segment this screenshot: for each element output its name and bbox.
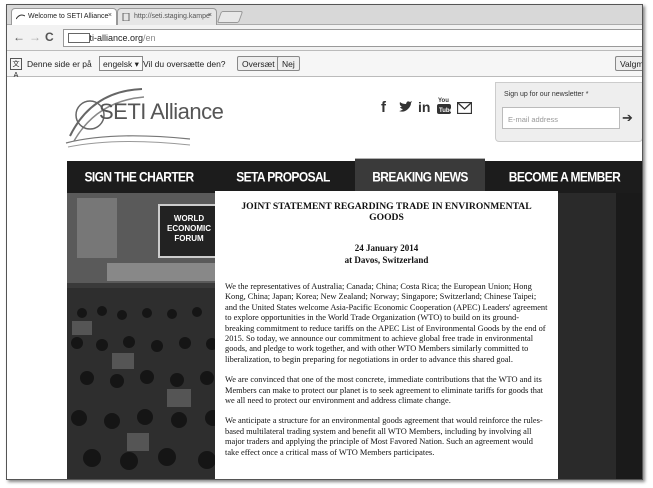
url-field[interactable]: seti-alliance.org/en [63, 29, 642, 47]
twitter-icon[interactable] [398, 101, 413, 114]
tab-staging[interactable]: http://seti.staging.kampe × [117, 8, 217, 25]
mail-icon[interactable] [457, 102, 472, 114]
sign-line: WORLD [174, 214, 204, 223]
web-page: SETI Alliance f in You Tube Sign up for o… [7, 77, 642, 479]
article-paragraph: We the representatives of Australia; Can… [225, 282, 548, 364]
newsletter-label: Sign up for our newsletter * [504, 91, 589, 98]
article-title: JOINT STATEMENT REGARDING TRADE IN ENVIR… [241, 201, 532, 223]
linkedin-icon[interactable]: in [418, 99, 430, 115]
article-paragraph: We anticipate a structure for an environ… [225, 416, 543, 457]
nav-breaking-news[interactable]: BREAKING NEWS [355, 158, 485, 196]
email-field[interactable]: E-mail address [502, 107, 620, 129]
new-tab-button[interactable] [216, 11, 244, 23]
main-nav: SIGN THE CHARTER SETA PROPOSAL BREAKING … [67, 158, 642, 196]
article-paragraph: We are convinced that one of the most co… [225, 375, 543, 406]
article-panel: JOINT STATEMENT REGARDING TRADE IN ENVIR… [215, 191, 558, 479]
options-button[interactable]: Valgmu [615, 56, 642, 71]
close-tab-icon[interactable]: × [208, 12, 212, 19]
translate-bar: 文A Denne side er på engelsk ▾ Vil du ove… [7, 51, 642, 79]
tab-title: Welcome to SETI Alliance [28, 13, 109, 20]
article-place: at Davos, Switzerland [344, 255, 429, 265]
back-icon[interactable]: ← [13, 30, 25, 44]
facebook-icon[interactable]: f [381, 99, 386, 116]
svg-text:Tube: Tube [439, 108, 451, 114]
translate-icon: 文A [10, 58, 22, 79]
page-icon [68, 33, 90, 43]
sign-line: FORUM [174, 234, 204, 243]
language-value: engelsk [103, 59, 133, 69]
reload-icon[interactable]: C [45, 30, 54, 44]
tab-title: http://seti.staging.kampe [134, 13, 210, 20]
tab-seti-alliance[interactable]: Welcome to SETI Alliance × [11, 8, 117, 25]
nav-sign-the-charter[interactable]: SIGN THE CHARTER [67, 159, 211, 196]
translate-button[interactable]: Oversæt [237, 56, 280, 71]
sign-line: ECONOMIC [167, 224, 211, 233]
translate-question: Vil du oversætte den? [143, 59, 226, 69]
seti-favicon-icon [16, 14, 25, 20]
no-button[interactable]: Nej [277, 56, 300, 71]
article-dateline: 24 January 2014 at Davos, Switzerland [225, 242, 548, 266]
youtube-icon[interactable]: You Tube [437, 95, 451, 115]
hero-right-strip [616, 193, 642, 479]
language-select[interactable]: engelsk ▾ [99, 56, 143, 71]
close-tab-icon[interactable]: × [108, 12, 112, 19]
newsletter-box: Sign up for our newsletter * E-mail addr… [495, 82, 642, 142]
translate-prefix: Denne side er på [27, 59, 92, 69]
forward-icon[interactable]: → [29, 30, 41, 44]
nav-seta-proposal[interactable]: SETA PROPOSAL [211, 159, 355, 196]
site-logo-text[interactable]: SETI Alliance [99, 99, 224, 125]
svg-text:You: You [438, 98, 449, 104]
browser-window: Welcome to SETI Alliance × http://seti.s… [6, 4, 643, 480]
url-path: /en [143, 33, 156, 43]
page-icon [122, 13, 130, 21]
address-bar: ← → C seti-alliance.org/en [7, 25, 642, 51]
arrow-right-icon[interactable]: ➔ [622, 110, 633, 126]
nav-become-a-member[interactable]: BECOME A MEMBER [485, 159, 642, 196]
article-date: 24 January 2014 [354, 243, 419, 253]
tab-strip: Welcome to SETI Alliance × http://seti.s… [7, 5, 642, 25]
